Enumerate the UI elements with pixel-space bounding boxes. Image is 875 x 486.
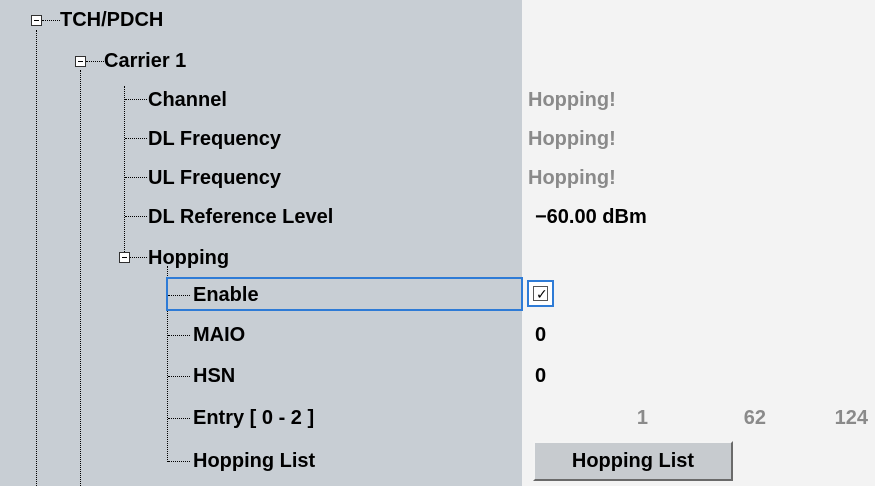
hsn-value[interactable]: 0 <box>535 364 546 388</box>
tree-connector <box>125 216 147 217</box>
checkmark-icon: ✓ <box>536 286 548 302</box>
dl-reference-level-value[interactable]: −60.00 dBm <box>535 205 647 229</box>
tree-connector <box>125 177 147 178</box>
channel-value: Hopping! <box>528 89 616 111</box>
tree-connector <box>130 257 147 258</box>
hsn-label[interactable]: HSN <box>193 364 235 388</box>
entry-value-2[interactable]: 124 <box>808 406 868 430</box>
hopping-list-button[interactable]: Hopping List <box>533 441 733 481</box>
dl-frequency-label[interactable]: DL Frequency <box>148 127 281 151</box>
maio-label[interactable]: MAIO <box>193 323 245 347</box>
collapse-icon[interactable] <box>119 252 130 263</box>
tree-node-carrier-1[interactable]: Carrier 1 <box>104 49 186 73</box>
tree-guide-carrier <box>80 70 81 486</box>
enable-checkbox[interactable]: ✓ <box>527 280 554 307</box>
entry-value-0[interactable]: 1 <box>588 406 648 430</box>
dl-reference-level-label[interactable]: DL Reference Level <box>148 205 333 229</box>
entry-label[interactable]: Entry [ 0 - 2 ] <box>193 406 314 430</box>
tree-connector <box>168 376 190 377</box>
tree-connector <box>168 461 190 462</box>
collapse-icon[interactable] <box>75 56 86 67</box>
tree-node-hopping[interactable]: Hopping <box>148 246 229 270</box>
tree-panel: TCH/PDCH Carrier 1 Channel DL Frequency … <box>0 0 522 486</box>
ul-frequency-value: Hopping! <box>528 167 616 189</box>
tree-guide-carrier-children <box>124 86 125 258</box>
dl-frequency-value: Hopping! <box>528 128 616 150</box>
tree-connector <box>86 61 104 62</box>
entry-value-1[interactable]: 62 <box>706 406 766 430</box>
tree-guide-root <box>36 30 37 486</box>
tree-node-tch-pdch[interactable]: TCH/PDCH <box>60 8 163 32</box>
tree-connector <box>125 99 147 100</box>
hopping-list-label[interactable]: Hopping List <box>193 449 315 473</box>
tree-connector <box>125 138 147 139</box>
collapse-icon[interactable] <box>31 15 42 26</box>
tree-connector <box>168 335 190 336</box>
checkbox-box: ✓ <box>533 286 548 302</box>
channel-label[interactable]: Channel <box>148 88 227 112</box>
enable-row-focus <box>166 277 523 311</box>
tree-connector <box>42 20 60 21</box>
ul-frequency-label[interactable]: UL Frequency <box>148 166 281 190</box>
tree-connector <box>168 418 190 419</box>
maio-value[interactable]: 0 <box>535 323 546 347</box>
